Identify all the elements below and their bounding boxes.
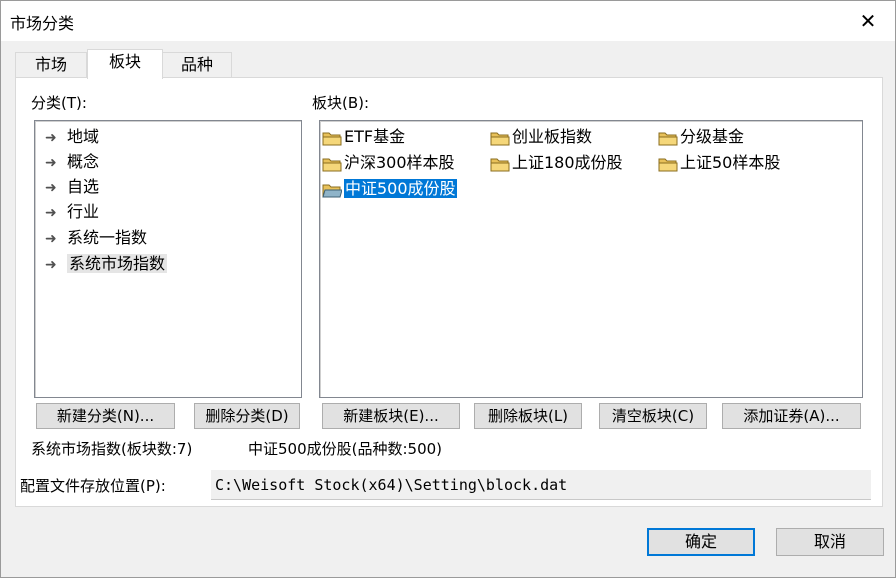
block-list[interactable]: ETF基金 创业板指数 分级基金 沪深300样本股 上证180成份股 上证50样… <box>319 120 863 398</box>
arrow-right-icon: ➜ <box>45 130 57 146</box>
ok-button[interactable]: 确定 <box>647 528 755 556</box>
new-block-button[interactable]: 新建板块(E)... <box>322 403 460 429</box>
list-item[interactable]: 上证180成份股 <box>490 151 623 174</box>
list-item[interactable]: ➜ 概念 <box>45 150 99 174</box>
new-category-button[interactable]: 新建分类(N)... <box>36 403 175 429</box>
folder-open-icon <box>322 184 342 197</box>
list-item[interactable]: ➜ 地域 <box>45 125 99 149</box>
arrow-right-icon: ➜ <box>45 205 57 221</box>
tab-block[interactable]: 板块 <box>87 49 163 79</box>
arrow-right-icon: ➜ <box>45 257 57 273</box>
folder-icon <box>658 158 678 171</box>
category-label: 分类(T): <box>31 94 87 112</box>
list-item[interactable]: ETF基金 <box>322 125 405 148</box>
list-item[interactable]: ➜ 自选 <box>45 175 99 199</box>
list-item-selected[interactable]: ➜ 系统市场指数 <box>45 252 168 276</box>
delete-category-button[interactable]: 删除分类(D) <box>194 403 300 429</box>
cancel-button[interactable]: 取消 <box>776 528 884 556</box>
folder-icon <box>490 132 510 145</box>
folder-icon <box>490 158 510 171</box>
list-item[interactable]: 分级基金 <box>658 125 744 148</box>
list-item[interactable]: ➜ 系统一指数 <box>45 226 147 250</box>
add-security-button[interactable]: 添加证券(A)... <box>722 403 861 429</box>
folder-icon <box>658 132 678 145</box>
market-classification-dialog: 市场分类 ✕ 市场 板块 品种 分类(T): 板块(B): ➜ 地域 ➜ 概念 ➜ 自… <box>0 0 896 578</box>
category-status: 系统市场指数(板块数:7) <box>31 440 193 458</box>
block-label: 板块(B): <box>312 94 370 112</box>
list-item-selected[interactable]: 中证500成份股 <box>322 177 457 200</box>
arrow-right-icon: ➜ <box>45 155 57 171</box>
clear-block-button[interactable]: 清空板块(C) <box>599 403 707 429</box>
arrow-right-icon: ➜ <box>45 231 57 247</box>
config-path-field: C:\Weisoft Stock(x64)\Setting\block.dat <box>211 470 871 500</box>
folder-icon <box>322 158 342 171</box>
list-item[interactable]: ➜ 行业 <box>45 200 99 224</box>
window-title: 市场分类 <box>10 14 75 33</box>
category-list[interactable]: ➜ 地域 ➜ 概念 ➜ 自选 ➜ 行业 ➜ 系统一指数 ➜ 系统市场指数 <box>34 120 302 398</box>
list-item[interactable]: 沪深300样本股 <box>322 151 455 174</box>
block-status: 中证500成份股(品种数:500) <box>248 440 443 458</box>
list-item[interactable]: 上证50样本股 <box>658 151 780 174</box>
close-icon[interactable]: ✕ <box>851 5 885 37</box>
arrow-right-icon: ➜ <box>45 180 57 196</box>
list-item[interactable]: 创业板指数 <box>490 125 592 148</box>
tab-panel-block: 分类(T): 板块(B): ➜ 地域 ➜ 概念 ➜ 自选 ➜ 行业 ➜ 系统一指数 ➜ 系统… <box>15 77 883 507</box>
folder-icon <box>322 132 342 145</box>
tab-market[interactable]: 市场 <box>15 52 87 78</box>
title-bar: 市场分类 ✕ <box>1 1 895 41</box>
tab-variety[interactable]: 品种 <box>162 52 232 78</box>
config-path-label: 配置文件存放位置(P): <box>20 477 166 495</box>
delete-block-button[interactable]: 删除板块(L) <box>474 403 582 429</box>
